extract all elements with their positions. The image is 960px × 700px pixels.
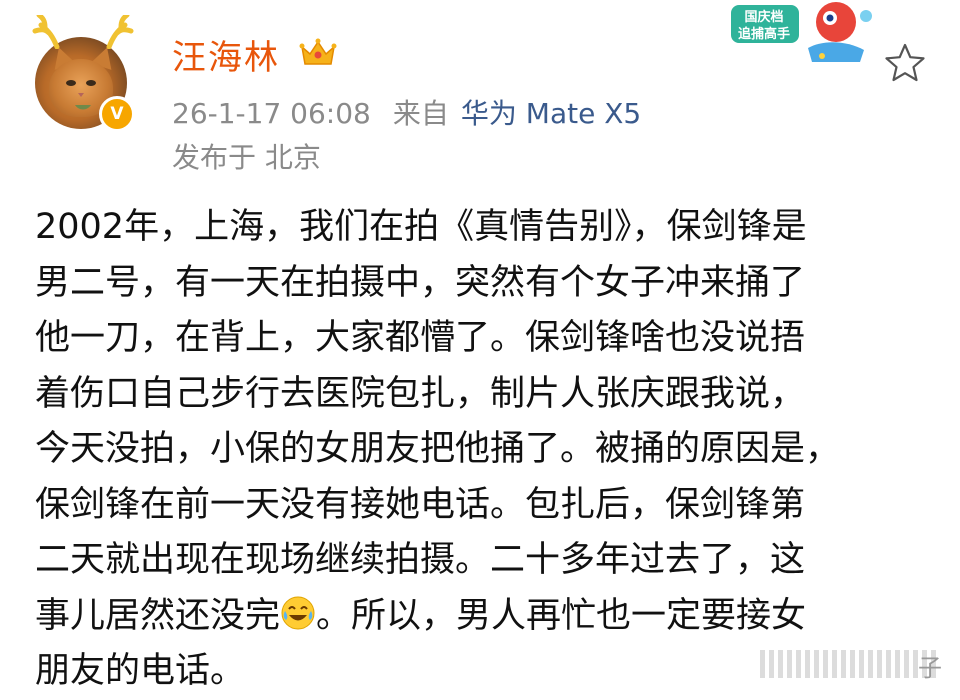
timestamp: 26-1-17 06:08 (172, 97, 371, 130)
promo-line1: 国庆档 (744, 9, 783, 25)
post-line: 今天没拍，小保的女朋友把他捅了。被捅的原因是， (35, 429, 841, 469)
device-link[interactable]: 华为 Mate X5 (461, 97, 641, 130)
post-meta: 26-1-17 06:08 来自 华为 Mate X5 (172, 92, 641, 132)
laugh-cry-emoji-icon (281, 596, 315, 629)
antler-icon (106, 15, 134, 49)
promo-line2: 追捕高手 (738, 26, 790, 42)
post-line: 着伤口自己步行去医院包扎，制片人张庆跟我说， (35, 373, 806, 414)
post-line: 二天就出现在现场继续拍摄。二十多年过去了，这 (35, 540, 806, 580)
crown-icon (299, 38, 337, 65)
antler-icon (32, 15, 60, 49)
post-location: 发布于 北京 (172, 141, 321, 174)
post-line-part: 事儿居然还没完 (35, 595, 281, 636)
verified-badge-icon: V (99, 96, 135, 132)
post-line: 保剑锋在前一天没有接她电话。包扎后，保剑锋第 (35, 484, 806, 525)
post-line-part: 。所以，男人再忙也一定要接女 (316, 595, 807, 636)
post-body: 2002年，上海，我们在拍《真情告别》，保剑锋是 男二号，有一天在拍摄中，突然有… (35, 200, 940, 700)
watermark-text: 子 (918, 654, 942, 682)
promo-sticker[interactable]: 国庆档 追捕高手 (726, 0, 876, 66)
username[interactable]: 汪海林 (172, 30, 280, 79)
source-prefix: 来自 (392, 97, 449, 130)
promo-art-icon: 国庆档 追捕高手 (729, 2, 872, 62)
watermark (760, 650, 940, 678)
star-icon[interactable] (884, 42, 926, 84)
post-line: 他一刀，在背上，大家都懵了。保剑锋啥也没说捂 (35, 318, 806, 358)
post-line: 2002年，上海，我们在拍《真情告别》，保剑锋是 (35, 207, 807, 247)
post-line: 男二号，有一天在拍摄中，突然有个女子冲来捅了 (35, 262, 806, 303)
post-line-with-emoji: 事儿居然还没完 。所以，男人再忙也一定要接女 (35, 589, 940, 645)
